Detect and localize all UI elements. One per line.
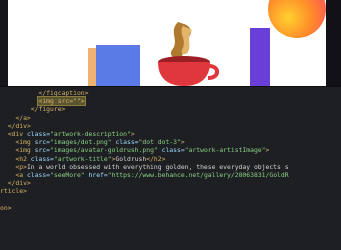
code-token: class= [111,138,139,147]
code-line: <img src="images/dot.png" class="dot dot… [0,138,341,146]
code-line: </div> [0,122,341,130]
code-token: </h2> [146,154,166,163]
gold-cup-image [158,22,220,86]
code-token: class= [30,154,54,163]
code-token: "images/dot.png" [50,138,112,147]
code-token: on> [0,203,12,212]
code-token: > [180,138,185,147]
code-token: <img [15,138,35,147]
preview-purple-block [250,28,270,86]
code-line: </figure> [0,105,341,113]
code-token: src= [34,138,51,147]
code-token: class= [157,146,185,155]
code-token: class= [26,170,51,179]
preview-dark-edge-left [0,0,8,86]
code-token: "artwork-title" [53,154,112,163]
code-token: <h2 [15,154,31,163]
code-token: href= [84,170,108,179]
preview-blue-block [96,45,140,86]
code-line: <h2 class="artwork-title">Goldrush</h2> [0,155,341,163]
code-token: In a world obsessed with everything gold… [26,162,289,171]
code-token: "artwork-description" [50,129,131,138]
code-line: <a class="seeMore" href="https://www.beh… [0,171,341,179]
code-line: </figcaption> [0,89,341,97]
preview-sun-circle [268,0,326,38]
code-token: "dot dot-3" [138,138,181,147]
code-line: on> [0,204,341,212]
artwork-preview [0,0,341,86]
code-token: <a [15,170,27,179]
code-token: "images/avatar-goldrush.png" [50,146,158,155]
code-line: <p>In a world obsessed with everything g… [0,163,341,171]
preview-dark-edge-right [326,0,341,86]
code-token: </figcaption> [38,89,89,97]
code-token: </a> [15,113,31,122]
code-editor[interactable]: </figcaption> <img src=""> </figure> </a… [0,87,341,250]
code-line: <div class="artwork-description"> [0,130,341,138]
code-token: <div [7,129,27,138]
code-token: Goldrush [115,154,147,163]
code-token: "seeMore" [50,170,85,179]
code-line: </a> [0,114,341,122]
code-token: class= [26,129,51,138]
code-token: <p> [15,162,27,171]
highlighted-token: <img src=""> [37,96,86,107]
code-token: > [265,146,270,155]
code-line: <img src=""> [0,96,341,107]
code-token: </div> [7,179,31,188]
code-line: </div> [0,179,341,187]
code-token: </figure> [30,105,66,114]
code-token: <img [15,146,35,155]
code-token: "artwork-artistImage" [184,146,266,155]
code-token: > [130,129,135,138]
code-token: "https://www.behance.net/gallery/2806383… [107,170,289,179]
code-line: rticle> [0,187,341,195]
code-token: src= [34,146,51,155]
code-token: </div> [7,121,31,130]
code-line: <img src="images/avatar-goldrush.png" cl… [0,146,341,154]
code-token: rticle> [0,187,27,196]
